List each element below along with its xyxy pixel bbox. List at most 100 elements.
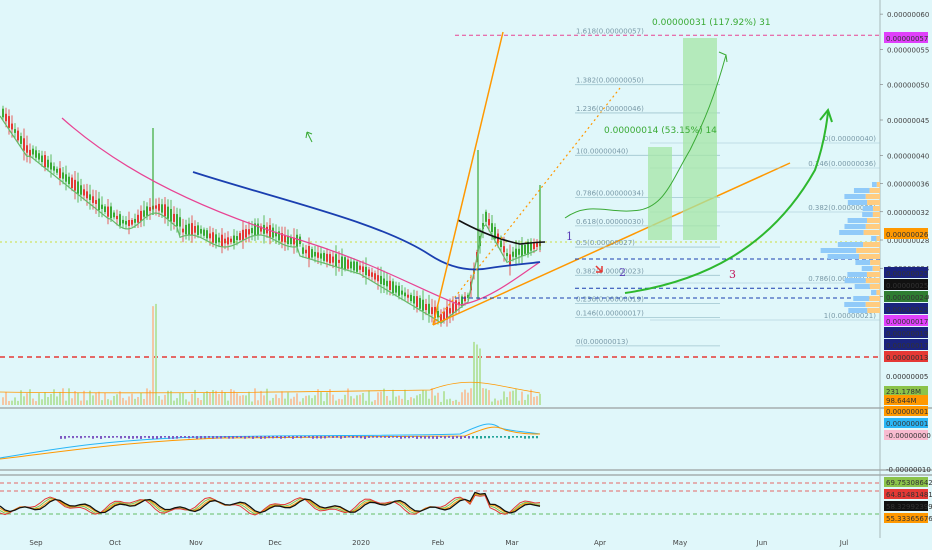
volume-bar: [296, 393, 298, 405]
macd-bar: [240, 436, 242, 439]
volume-bar: [140, 392, 142, 405]
volume-profile-bar: [872, 182, 877, 187]
candle-body: [101, 204, 103, 209]
candle-body: [47, 159, 49, 168]
x-axis-label: 2020: [352, 539, 370, 547]
macd-bar: [464, 436, 466, 438]
candle-body: [32, 148, 34, 155]
macd-bar: [504, 436, 506, 438]
candle-body: [137, 214, 139, 223]
volume-bar: [179, 393, 181, 405]
candle-body: [89, 194, 91, 201]
volume-profile-bar: [863, 230, 880, 235]
macd-bar: [128, 436, 130, 439]
candle-body: [350, 261, 352, 269]
volume-bar: [482, 388, 484, 405]
candle-body: [368, 269, 370, 277]
volume-bar: [161, 399, 163, 405]
fib-level-label: 0(0.00000013): [576, 338, 628, 346]
volume-profile-bar: [867, 218, 880, 223]
macd-axis-label: 0.00000005: [886, 373, 928, 381]
candle-body: [59, 168, 61, 179]
volume-bar: [410, 397, 412, 405]
macd-bar: [384, 436, 386, 438]
volume-bar: [356, 395, 358, 405]
candle-body: [392, 281, 394, 294]
candle-body: [413, 296, 415, 304]
volume-bar: [71, 398, 73, 405]
candle-body: [182, 228, 184, 233]
price-badge-label: 0.00000025: [886, 270, 928, 278]
volume-bar: [32, 398, 34, 405]
candle-body: [422, 299, 424, 311]
volume-bar: [359, 394, 361, 405]
candle-body: [341, 256, 343, 269]
macd-bar: [292, 436, 294, 439]
candle-body: [419, 298, 421, 309]
volume-bar: [104, 392, 106, 405]
black-moving-average: [457, 219, 546, 245]
macd-bar: [288, 436, 290, 438]
candle-body: [248, 229, 250, 235]
macd-bar: [520, 436, 522, 438]
volume-bar: [50, 393, 52, 405]
candle-body: [233, 235, 235, 244]
volume-bar: [26, 393, 28, 405]
volume-bar: [470, 388, 472, 405]
candle-body: [38, 153, 40, 160]
candle-body: [272, 227, 274, 238]
volume-bar: [383, 388, 385, 405]
volume-bar: [491, 401, 493, 405]
volume-bar: [485, 388, 487, 405]
candle-body: [344, 257, 346, 270]
macd-bar: [412, 436, 414, 438]
volume-bars: [2, 303, 541, 405]
volume-bar: [308, 395, 310, 405]
candle-body: [308, 246, 310, 259]
candle-body: [131, 219, 133, 225]
volume-bar: [305, 395, 307, 405]
candle-body: [194, 226, 196, 233]
volume-bar: [392, 389, 394, 405]
volume-bar: [350, 396, 352, 405]
volume-profile-bar: [866, 272, 880, 277]
volume-bar: [182, 392, 184, 405]
macd-bar: [84, 436, 86, 438]
volume-profile-bar: [867, 200, 880, 205]
macd-bar: [268, 436, 270, 439]
candle-body: [353, 261, 355, 271]
volume-bar: [263, 395, 265, 405]
measure-box: [683, 38, 717, 240]
candle-body: [158, 203, 160, 211]
volume-profile-bar: [827, 254, 860, 259]
volume-bar: [35, 401, 37, 405]
macd-bar: [156, 436, 158, 439]
volume-bar: [326, 392, 328, 405]
volume-profile-bar: [876, 182, 880, 187]
candle-body: [134, 218, 136, 223]
volume-bar: [119, 391, 121, 405]
volume-bar: [74, 390, 76, 405]
volume-bar: [128, 396, 130, 405]
volume-bar: [173, 400, 175, 405]
volume-bar: [428, 398, 430, 405]
macd-bar: [244, 436, 246, 439]
price-badge-label: 0.00000057: [886, 35, 928, 43]
x-axis-label: Sep: [29, 539, 43, 547]
candle-body: [311, 249, 313, 258]
candle-body: [500, 240, 502, 248]
volume-profile-bar: [859, 254, 880, 259]
volume-bar: [242, 395, 244, 405]
volume-bar: [386, 395, 388, 405]
macd-bar: [80, 436, 82, 439]
macd-signal-line: [0, 426, 541, 460]
volume-bar: [473, 341, 475, 405]
macd-bar: [448, 436, 450, 438]
candle-body: [257, 223, 259, 235]
rsi-line-orange: [0, 493, 541, 514]
volume-bar: [236, 393, 238, 405]
volume-bar: [302, 398, 304, 405]
volume-bar: [332, 394, 334, 405]
candle-body: [62, 172, 64, 179]
wave-label: 3: [729, 268, 736, 281]
